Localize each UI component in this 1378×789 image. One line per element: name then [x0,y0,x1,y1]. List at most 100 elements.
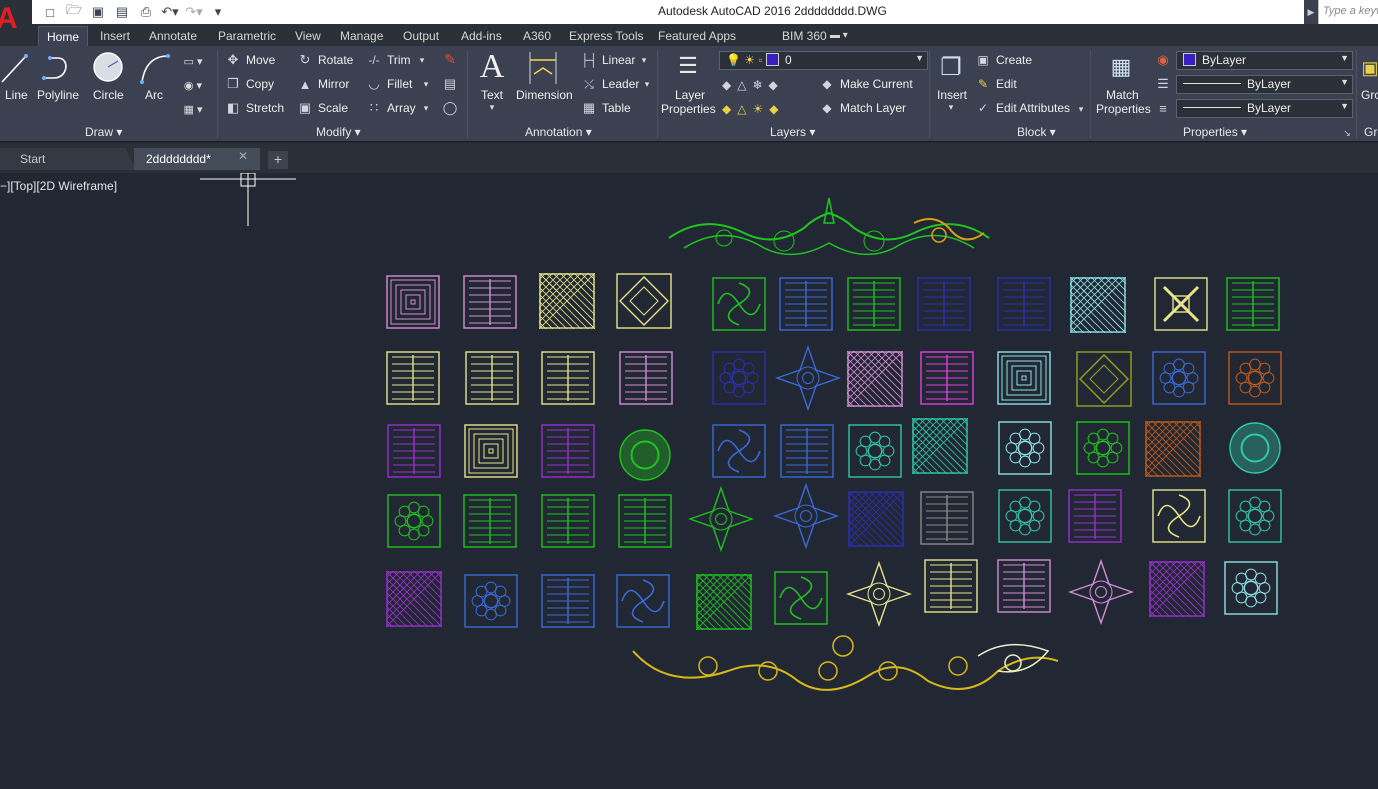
tab-bim-360[interactable]: BIM 360 [782,26,827,46]
edit-attributes-dropdown-icon[interactable]: ▾ [1075,101,1087,117]
pattern-tile-56[interactable] [924,559,978,613]
linear-icon[interactable]: ├┤ [580,52,598,68]
pattern-tile-9[interactable] [997,277,1051,331]
pattern-tile-21[interactable] [997,351,1051,405]
pattern-tile-58[interactable] [1068,559,1134,625]
layer-tools-row-1[interactable]: ◆ △ ❄ ◆ [722,76,812,94]
array-dropdown-icon[interactable]: ▾ [420,100,432,116]
leader-label[interactable]: Leader [602,77,639,91]
line-label[interactable]: Line [5,88,28,102]
trim-dropdown-icon[interactable]: ▾ [416,52,428,68]
group-icon[interactable]: ▣ [1361,52,1378,84]
pattern-tile-2[interactable] [463,275,517,329]
undo-icon[interactable]: ↶▾ [160,3,180,21]
pattern-tile-5[interactable] [712,277,766,331]
tab-output[interactable]: Output [403,26,439,46]
pattern-tile-45[interactable] [998,489,1052,543]
linear-dropdown-icon[interactable]: ▾ [638,52,650,68]
color-wheel-icon[interactable]: ◉ [1154,52,1172,68]
copy-label[interactable]: Copy [246,77,274,91]
pattern-tile-52[interactable] [616,574,670,628]
circle-icon[interactable] [90,50,126,86]
fillet-dropdown-icon[interactable]: ▾ [420,76,432,92]
tab-parametric[interactable]: Parametric [218,26,276,46]
plot-icon[interactable]: ⎙ [136,3,156,21]
pattern-tile-28[interactable] [618,428,672,482]
search-input[interactable]: Type a keyw [1318,0,1378,24]
draw-panel-title[interactable]: Draw ▾ [85,125,122,140]
pattern-tile-54[interactable] [774,571,828,625]
leader-dropdown-icon[interactable]: ▾ [641,76,653,92]
layer-freeze-icon[interactable]: ❄ [752,78,762,92]
match-properties-label-1[interactable]: Match [1106,88,1139,102]
pattern-tile-1[interactable] [386,275,440,329]
arc-icon[interactable] [138,52,172,86]
create-label[interactable]: Create [996,53,1032,67]
pattern-tile-27[interactable] [541,424,595,478]
insert-block-icon[interactable]: ❐ [934,50,968,84]
pattern-tile-50[interactable] [464,574,518,628]
pattern-tile-6[interactable] [779,277,833,331]
text-dropdown-icon[interactable]: ▾ [487,101,497,113]
leader-icon[interactable]: ⤯ [580,76,598,92]
layer-lock-toggle-icon[interactable]: ◆ [769,78,778,92]
mirror-icon[interactable]: ▲ [296,76,314,92]
color-dropdown[interactable]: ByLayer ▼ [1176,51,1353,70]
fillet-label[interactable]: Fillet [387,77,412,91]
line-icon[interactable] [0,52,28,86]
pattern-tile-8[interactable] [917,277,971,331]
pattern-tile-30[interactable] [780,424,834,478]
pattern-tile-13[interactable] [386,351,440,405]
pattern-tile-15[interactable] [541,351,595,405]
group-label[interactable]: Gro [1361,88,1378,102]
pattern-tile-33[interactable] [998,421,1052,475]
layer-tools-row-2[interactable]: ◆ △ ☀ ◆ [722,100,812,118]
layer-properties-icon[interactable]: ☰ [670,50,706,82]
pattern-tile-12[interactable] [1226,277,1280,331]
pattern-tile-17[interactable] [712,351,766,405]
autocad-logo[interactable]: A [0,0,32,46]
pattern-tile-59[interactable] [1149,561,1205,617]
drawing-area[interactable]: −][Top][2D Wireframe] [0,173,1378,789]
move-icon[interactable]: ✥ [224,52,242,68]
fillet-icon[interactable]: ◡ [365,76,383,92]
create-block-icon[interactable]: ▣ [974,52,992,68]
pattern-tile-37[interactable] [387,494,441,548]
layer-unlock-icon[interactable]: ◆ [769,102,778,116]
save-icon[interactable]: ▣ [88,3,108,21]
pattern-tile-43[interactable] [848,491,904,547]
region-icon[interactable]: ▦ ▾ [178,100,208,118]
tab-featured-apps[interactable]: Featured Apps [658,26,736,46]
pattern-tile-18[interactable] [775,345,841,411]
pattern-tile-23[interactable] [1152,351,1206,405]
pattern-tile-22[interactable] [1076,351,1132,407]
close-icon[interactable]: ✕ [238,149,248,163]
array-label[interactable]: Array [387,101,416,115]
layer-properties-label-1[interactable]: Layer [675,88,705,102]
tab-home[interactable]: Home [38,26,89,46]
tab-manage[interactable]: Manage [340,26,383,46]
pattern-tile-48[interactable] [1228,489,1282,543]
pattern-tile-26[interactable] [464,424,518,478]
pattern-tile-29[interactable] [712,424,766,478]
modify-panel-title[interactable]: Modify ▾ [316,125,361,140]
pattern-tile-32[interactable] [912,418,968,474]
explode-icon[interactable]: ▤ [440,75,460,93]
pattern-tile-35[interactable] [1145,421,1201,477]
text-label[interactable]: Text [481,88,503,102]
groups-panel-title[interactable]: Gro [1364,125,1378,140]
pattern-tile-40[interactable] [618,494,672,548]
move-label[interactable]: Move [246,53,275,67]
scale-icon[interactable]: ▣ [296,100,314,116]
polyline-label[interactable]: Polyline [37,88,79,102]
edit-attributes-icon[interactable]: ✓ [974,100,992,116]
properties-panel-title[interactable]: Properties ▾ [1183,125,1247,140]
layer-properties-label-2[interactable]: Properties [661,102,716,116]
tab-express-tools[interactable]: Express Tools [569,26,643,46]
arc-label[interactable]: Arc [145,88,163,102]
pattern-tile-16[interactable] [619,351,673,405]
pattern-tile-24[interactable] [1228,351,1282,405]
pattern-tile-55[interactable] [846,561,912,627]
table-label[interactable]: Table [602,101,631,115]
make-current-label[interactable]: Make Current [840,77,913,91]
